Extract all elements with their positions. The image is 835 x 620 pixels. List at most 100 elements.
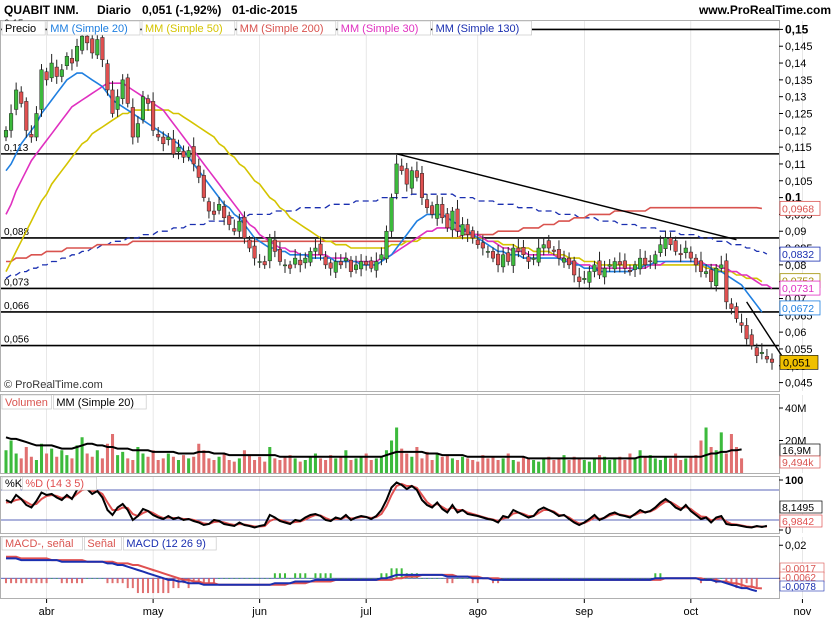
candle-body[interactable]	[161, 136, 166, 145]
candle-body[interactable]	[749, 334, 754, 346]
volume-bar[interactable]	[623, 460, 627, 473]
volume-bar[interactable]	[724, 453, 728, 474]
volume-bar[interactable]	[318, 458, 323, 473]
candle-body[interactable]	[323, 256, 328, 266]
candle-body[interactable]	[100, 37, 105, 60]
candle-body[interactable]	[64, 56, 69, 66]
volume-bar[interactable]	[308, 456, 312, 473]
volume-bar[interactable]	[694, 455, 698, 473]
volume-bar[interactable]	[222, 453, 226, 474]
volume-bar[interactable]	[542, 458, 546, 473]
volume-bar[interactable]	[65, 455, 69, 473]
volume-bar[interactable]	[455, 460, 460, 473]
candle-body[interactable]	[546, 240, 551, 249]
candle-body[interactable]	[298, 259, 303, 266]
volume-bar[interactable]	[638, 450, 642, 473]
volume-bar[interactable]	[425, 451, 429, 473]
candle-body[interactable]	[135, 123, 140, 138]
volume-bar[interactable]	[288, 455, 292, 473]
volume-bar[interactable]	[268, 447, 272, 473]
volume-bar[interactable]	[166, 453, 170, 474]
candle-body[interactable]	[140, 96, 145, 120]
volume-bar[interactable]	[613, 458, 617, 473]
candle-body[interactable]	[19, 91, 24, 104]
volume-bar[interactable]	[212, 460, 216, 473]
candle-body[interactable]	[69, 58, 74, 64]
volume-bar[interactable]	[60, 450, 64, 473]
volume-bar[interactable]	[374, 458, 378, 473]
candle-body[interactable]	[516, 247, 521, 252]
candle-body[interactable]	[643, 257, 648, 266]
candle-body[interactable]	[90, 38, 95, 54]
candle-body[interactable]	[272, 239, 277, 252]
volume-bar[interactable]	[669, 458, 673, 473]
volume-bar[interactable]	[4, 450, 8, 473]
candle-body[interactable]	[475, 239, 480, 245]
candle-body[interactable]	[191, 146, 196, 165]
volume-bar[interactable]	[156, 460, 160, 473]
candle-body[interactable]	[308, 251, 313, 263]
candle-body[interactable]	[156, 134, 161, 138]
candle-body[interactable]	[44, 71, 49, 81]
candle-body[interactable]	[318, 243, 323, 256]
volume-bar[interactable]	[24, 447, 28, 473]
volume-bar[interactable]	[339, 456, 343, 473]
volume-bar[interactable]	[90, 456, 94, 473]
candle-body[interactable]	[232, 228, 237, 232]
candle-body[interactable]	[257, 261, 262, 263]
volume-bar[interactable]	[526, 458, 531, 473]
candle-body[interactable]	[496, 253, 501, 266]
volume-bar[interactable]	[430, 460, 434, 473]
candle-body[interactable]	[663, 237, 668, 249]
volume-bar[interactable]	[658, 460, 662, 473]
volume-bar[interactable]	[192, 456, 196, 473]
candle-body[interactable]	[693, 257, 698, 266]
candle-body[interactable]	[247, 239, 252, 249]
volume-bar[interactable]	[587, 461, 591, 473]
volume-bar[interactable]	[344, 450, 348, 473]
candle-body[interactable]	[683, 247, 688, 254]
candle-body[interactable]	[506, 252, 511, 262]
volume-bar[interactable]	[39, 443, 44, 473]
candle-body[interactable]	[414, 170, 419, 178]
candle-body[interactable]	[115, 96, 120, 110]
candle-body[interactable]	[348, 259, 353, 272]
candle-body[interactable]	[110, 89, 115, 114]
candle-body[interactable]	[440, 204, 445, 219]
volume-bar[interactable]	[476, 461, 480, 473]
candle-body[interactable]	[627, 269, 632, 272]
volume-bar[interactable]	[379, 456, 383, 473]
volume-bar[interactable]	[334, 458, 338, 473]
candle-body[interactable]	[531, 257, 536, 260]
volume-bar[interactable]	[278, 460, 282, 473]
volume-bar[interactable]	[131, 460, 135, 473]
volume-bar[interactable]	[19, 458, 23, 473]
volume-bar[interactable]	[329, 455, 333, 473]
candle-body[interactable]	[526, 256, 531, 262]
volume-bar[interactable]	[182, 455, 186, 473]
volume-bar[interactable]	[390, 440, 394, 474]
volume-bar[interactable]	[105, 443, 109, 473]
volume-bar[interactable]	[567, 460, 571, 473]
candle-body[interactable]	[277, 249, 282, 262]
candle-body[interactable]	[754, 347, 759, 356]
candle-body[interactable]	[460, 224, 465, 236]
candle-body[interactable]	[125, 77, 130, 104]
volume-bar[interactable]	[471, 460, 475, 473]
volume-bar[interactable]	[14, 453, 18, 474]
candle-body[interactable]	[196, 165, 201, 178]
volume-bar[interactable]	[75, 445, 79, 473]
volume-bar[interactable]	[410, 456, 414, 473]
candle-body[interactable]	[34, 113, 39, 138]
candle-body[interactable]	[338, 261, 343, 266]
volume-bar[interactable]	[445, 455, 449, 473]
candle-body[interactable]	[572, 260, 577, 276]
volume-bar[interactable]	[242, 450, 246, 473]
candle-body[interactable]	[328, 262, 333, 269]
candle-body[interactable]	[120, 79, 125, 99]
volume-bar[interactable]	[521, 456, 525, 473]
volume-bar[interactable]	[501, 458, 505, 473]
candle-body[interactable]	[450, 210, 455, 231]
volume-bar[interactable]	[435, 453, 439, 474]
volume-bar[interactable]	[9, 440, 13, 474]
